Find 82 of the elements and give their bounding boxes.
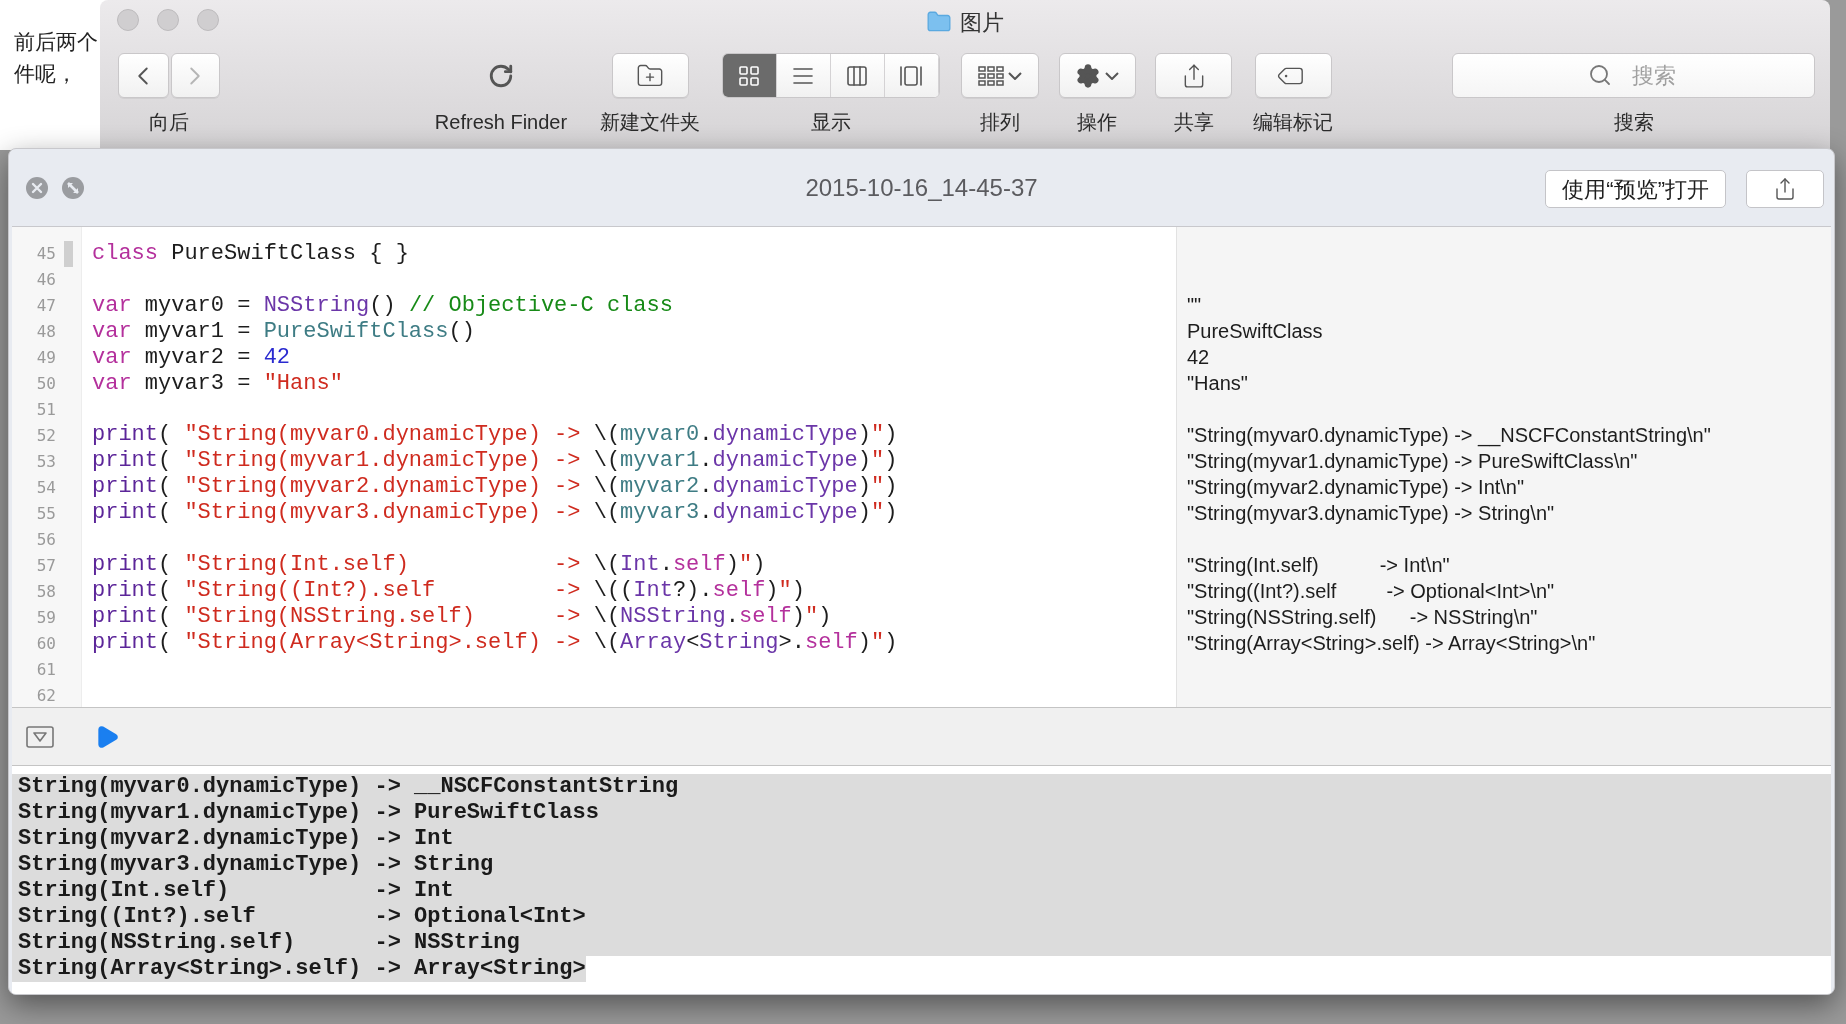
toolbar-label: 编辑标记 <box>1253 110 1333 134</box>
code-line: print( "String(NSString.self) -> \(NSString.self)") <box>92 603 832 630</box>
code-line: class PureSwiftClass { } <box>92 241 409 267</box>
line-number: 51 <box>36 399 56 421</box>
view-mode-tab[interactable] <box>776 54 831 97</box>
toolbar-label: 显示 <box>810 110 851 134</box>
result-text: "String(Int.self) -> Int\n" <box>1187 552 1450 578</box>
refresh-icon[interactable] <box>488 62 514 89</box>
toolbar-label: 搜索 <box>1613 110 1654 134</box>
view-mode-tab[interactable] <box>722 54 777 97</box>
code-line: print( "String(Array<String>.self) -> \(Array<String>.self)") <box>92 629 898 656</box>
columns-icon <box>845 63 869 88</box>
code-line: print( "String((Int?).self -> \((Int?).self)") <box>92 577 805 604</box>
toolbar-label: 操作 <box>1077 110 1117 134</box>
result-text: PureSwiftClass <box>1187 319 1323 345</box>
code-line: print( "String(myvar1.dynamicType) -> \(myvar1.dynamicType)") <box>92 448 898 475</box>
line-number: 54 <box>36 477 56 499</box>
share-icon <box>1773 177 1797 201</box>
page-text: 前后两个 <box>14 29 99 55</box>
result-text: "String(Array<String>.self) -> Array<String>\n" <box>1187 630 1596 656</box>
line-number: 46 <box>36 269 56 291</box>
code-line: print( "String(myvar0.dynamicType) -> \(myvar0.dynamicType)") <box>92 422 898 449</box>
code-line: var myvar1 = PureSwiftClass() <box>92 318 475 345</box>
code-line: print( "String(myvar3.dynamicType) -> \(myvar3.dynamicType)") <box>92 500 898 527</box>
grid-rows-icon <box>978 65 1004 86</box>
open-with-preview-button[interactable]: 使用“预览”打开 <box>1545 170 1726 208</box>
line-number: 53 <box>36 451 56 473</box>
result-text: 42 <box>1187 345 1210 371</box>
window-title: 图片 <box>960 8 1004 37</box>
share-button[interactable] <box>1746 170 1824 208</box>
tag-button[interactable] <box>1254 53 1332 98</box>
toolbar-label: 向后 <box>148 110 189 134</box>
line-number: 48 <box>36 321 56 343</box>
code-line: var myvar2 = 42 <box>92 344 291 371</box>
fullscreen-icon[interactable] <box>61 176 85 200</box>
back-button[interactable] <box>117 53 169 98</box>
line-number: 58 <box>36 581 56 603</box>
line-number: 55 <box>36 503 56 525</box>
toolbar-label: Refresh Finder <box>434 110 568 134</box>
page-text: 件呢， <box>14 61 78 87</box>
toolbar-label: 共享 <box>1173 110 1214 134</box>
window-title: 2015-10-16_14-45-37 <box>805 172 1038 203</box>
triangle-box-icon[interactable] <box>26 725 54 748</box>
result-text: "String((Int?).self -> Optional<Int>\n" <box>1187 578 1555 604</box>
view-mode-tab[interactable] <box>884 54 939 97</box>
result-text: "String(myvar1.dynamicType) -> PureSwiftClass\n" <box>1187 449 1638 474</box>
line-number: 49 <box>36 347 56 369</box>
line-number: 61 <box>36 659 56 681</box>
caret-icon <box>1105 71 1119 80</box>
gallery-icon <box>899 63 923 88</box>
result-text: "String(myvar0.dynamicType) -> __NSCFConstantString\n" <box>1187 423 1711 449</box>
grid-icon <box>737 63 761 88</box>
caret-icon <box>1008 71 1022 80</box>
arrange-button[interactable] <box>961 53 1039 98</box>
line-number: 50 <box>36 373 56 395</box>
line-number: 59 <box>36 607 56 629</box>
toolbar-label: 排列 <box>980 110 1020 134</box>
result-text: "String(myvar3.dynamicType) -> String\n" <box>1187 501 1555 526</box>
code-line: print( "String(Int.self) -> \(Int.self)") <box>92 551 766 578</box>
view-mode-tab[interactable] <box>830 54 885 97</box>
code-line: var myvar3 = "Hans" <box>92 370 343 397</box>
result-text: "String(myvar2.dynamicType) -> Int\n" <box>1187 475 1525 500</box>
toolbar-label: 新建文件夹 <box>600 110 700 134</box>
line-number: 60 <box>36 633 56 655</box>
line-number: 62 <box>36 685 56 707</box>
result-text: "" <box>1187 293 1202 319</box>
result-text: "String(NSString.self) -> NSString\n" <box>1187 604 1538 630</box>
line-number: 56 <box>36 529 56 551</box>
close-icon[interactable] <box>25 176 49 200</box>
action-button[interactable] <box>1058 53 1136 98</box>
line-number: 52 <box>36 425 56 447</box>
line-number: 45 <box>36 243 56 265</box>
share-button[interactable] <box>1155 53 1232 98</box>
gear-icon <box>1075 62 1101 89</box>
search-field[interactable]: 搜索 <box>1452 53 1815 98</box>
line-number: 47 <box>36 295 56 317</box>
code-line: print( "String(myvar2.dynamicType) -> \(myvar2.dynamicType)") <box>92 474 898 501</box>
result-text: "Hans" <box>1187 371 1248 397</box>
code-line: var myvar0 = NSString() // Objective-C class <box>92 292 673 319</box>
line-number: 57 <box>36 555 56 577</box>
search-icon <box>1588 63 1612 87</box>
new-folder-button[interactable] <box>611 53 689 98</box>
